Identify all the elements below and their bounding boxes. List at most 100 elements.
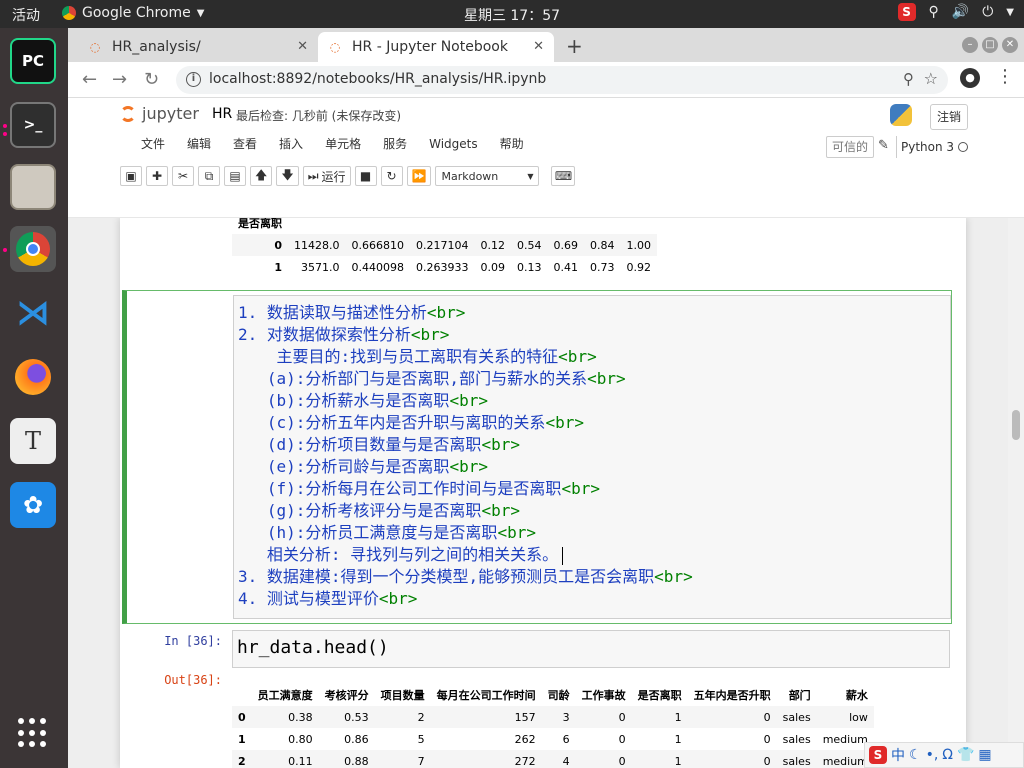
power-icon[interactable]: ⏻ — [982, 4, 993, 20]
scrollbar-thumb[interactable] — [1012, 410, 1020, 440]
close-icon[interactable]: ✕ — [297, 39, 308, 54]
jupyter-logo[interactable]: jupyter — [120, 104, 199, 123]
menu-kernel[interactable]: 服务 — [372, 134, 418, 154]
new-tab-button[interactable]: + — [566, 34, 583, 58]
sogou-icon[interactable]: S — [869, 746, 887, 764]
markdown-cell-selected[interactable]: 1. 数据读取与描述性分析<br> 2. 对数据做探索性分析<br> 主要目的:找… — [122, 290, 952, 624]
grid-icon[interactable]: ▦ — [978, 747, 991, 763]
menu-help[interactable]: 帮助 — [489, 134, 535, 154]
ime-toolbar[interactable]: S 中 ☾ •, Ω 👕 ▦ — [864, 742, 1024, 768]
menu-edit[interactable]: 编辑 — [176, 134, 222, 154]
notebook-name[interactable]: HR — [212, 106, 232, 122]
input-prompt: In [36]: — [164, 634, 222, 648]
network-icon[interactable]: ⚲ — [929, 4, 939, 20]
paste-button[interactable]: ▤ — [224, 166, 246, 186]
menu-file[interactable]: 文件 — [130, 134, 176, 154]
info-icon[interactable]: i — [186, 72, 201, 87]
markdown-line: 主要目的:找到与员工离职有关系的特征<br> — [238, 347, 597, 366]
account-icon[interactable]: ● — [960, 68, 980, 88]
br-tag: <br> — [654, 567, 693, 586]
table-cell: 0 — [763, 754, 771, 768]
trusted-indicator[interactable]: 可信的 — [826, 136, 875, 158]
fast-forward-icon: ⏩ — [411, 169, 427, 183]
menu-view[interactable]: 查看 — [222, 134, 268, 154]
command-palette-button[interactable]: ⌨ — [551, 166, 576, 186]
move-up-button[interactable]: 🡅 — [250, 166, 273, 186]
move-down-button[interactable]: 🡇 — [276, 166, 299, 186]
insert-cell-button[interactable]: ✚ — [146, 166, 168, 186]
minimize-icon[interactable]: – — [962, 37, 978, 53]
qq-icon[interactable]: ✿ — [10, 482, 56, 528]
forward-icon[interactable]: → — [112, 69, 127, 90]
star-icon[interactable]: ☆ — [924, 69, 938, 88]
code-editor[interactable]: hr_data.head() — [232, 630, 950, 668]
interrupt-button[interactable]: ■ — [354, 166, 377, 186]
terminal-icon[interactable]: >_ — [10, 102, 56, 148]
jupyter-wordmark: jupyter — [142, 104, 199, 123]
tab-hr-analysis[interactable]: ◌ HR_analysis/ ✕ — [78, 32, 318, 62]
vertical-scrollbar[interactable] — [1008, 218, 1024, 768]
files-icon[interactable] — [10, 164, 56, 210]
pycharm-icon[interactable]: PC — [10, 38, 56, 84]
notebook-header: jupyter HR 最后检查: 几秒前 (未保存改变) 注销 文件 编辑 查看… — [68, 98, 1024, 218]
kernel-name[interactable]: Python 3 — [896, 136, 958, 158]
back-icon[interactable]: ← — [82, 69, 97, 90]
table-row: 2 0.11 0.88 7 272 4 0 1 0 sales medium — [232, 750, 874, 768]
tab-hr-notebook[interactable]: ◌ HR - Jupyter Notebook ✕ — [318, 32, 554, 62]
reload-icon[interactable]: ↻ — [144, 69, 159, 90]
menu-insert[interactable]: 插入 — [268, 134, 314, 154]
url-text[interactable]: localhost:8892/notebooks/HR_analysis/HR.… — [209, 71, 546, 87]
run-button[interactable]: ⏭ 运行 — [302, 166, 351, 186]
activities-button[interactable]: 活动 — [12, 5, 40, 25]
markdown-editor[interactable]: 1. 数据读取与描述性分析<br> 2. 对数据做探索性分析<br> 主要目的:找… — [233, 295, 951, 619]
chevron-down-icon[interactable]: ▼ — [1006, 7, 1014, 18]
running-indicator — [3, 124, 7, 128]
save-icon: ▣ — [125, 169, 137, 183]
menu-widgets[interactable]: Widgets — [418, 134, 489, 154]
table-cell: 0 — [618, 710, 626, 724]
markdown-line: 3. 数据建模:得到一个分类模型,能够预测员工是否会离职<br> — [238, 567, 693, 586]
shirt-icon[interactable]: 👕 — [957, 747, 974, 763]
omega-icon[interactable]: Ω — [942, 747, 953, 763]
cell-type-select[interactable]: Markdown ▼ — [435, 166, 540, 186]
typora-icon[interactable]: T — [10, 418, 56, 464]
pencil-icon[interactable]: ✎ — [878, 138, 889, 153]
logout-button[interactable]: 注销 — [930, 104, 968, 130]
arrow-up-icon: 🡅 — [255, 167, 268, 182]
notebook-area: 是否离职 0 11428.0 0.666810 0.217104 0.12 0.54 0.… — [68, 218, 1024, 768]
app-name: Google Chrome — [82, 5, 191, 21]
column-header: 工作事故 — [581, 689, 626, 702]
copy-button[interactable]: ⧉ — [198, 166, 220, 186]
moon-icon[interactable]: ☾ — [909, 747, 922, 763]
table-row: 0 0.38 0.53 2 157 3 0 1 0 sales low — [232, 706, 874, 728]
cut-button[interactable]: ✂ — [172, 166, 194, 186]
column-header: 是否离职 — [637, 689, 682, 702]
app-menu[interactable]: Google Chrome ▼ — [62, 5, 204, 21]
dock: PC >_ ⋊ T ✿ — [0, 28, 68, 768]
notebook-toolbar: ▣ ✚ ✂ ⧉ ▤ 🡅 🡇 ⏭ 运行 ■ ↻ ⏩ Markdown ▼ ⌨ — [120, 166, 576, 186]
plus-icon: ✚ — [151, 169, 163, 183]
close-icon[interactable]: ✕ — [533, 39, 544, 54]
close-window-icon[interactable]: ✕ — [1002, 37, 1018, 53]
system-tray[interactable]: S ⚲ 🔊 ⏻ ▼ — [897, 3, 1014, 21]
menu-cell[interactable]: 单元格 — [314, 134, 372, 154]
show-apps-icon[interactable] — [18, 718, 48, 748]
table-cell: 0.80 — [288, 732, 313, 746]
volume-icon[interactable]: 🔊 — [952, 4, 969, 20]
vscode-icon[interactable]: ⋊ — [10, 290, 56, 336]
more-menu-icon[interactable]: ⋮ — [996, 66, 1014, 87]
chevron-down-icon: ▼ — [527, 171, 534, 181]
save-button[interactable]: ▣ — [120, 166, 142, 186]
omnibox[interactable]: i localhost:8892/notebooks/HR_analysis/H… — [176, 66, 948, 94]
zoom-icon[interactable]: ⚲ — [903, 70, 914, 88]
column-header: 五年内是否升职 — [693, 689, 771, 702]
firefox-icon[interactable] — [10, 354, 56, 400]
restart-button[interactable]: ↻ — [380, 166, 403, 186]
table-cell: 262 — [514, 732, 536, 746]
restart-run-all-button[interactable]: ⏩ — [406, 166, 432, 186]
sogou-tray-icon[interactable]: S — [897, 3, 916, 21]
chrome-icon[interactable] — [10, 226, 56, 272]
maximize-icon[interactable]: □ — [982, 37, 998, 53]
punctuation-icon[interactable]: •, — [926, 747, 939, 763]
ime-lang[interactable]: 中 — [891, 745, 905, 765]
